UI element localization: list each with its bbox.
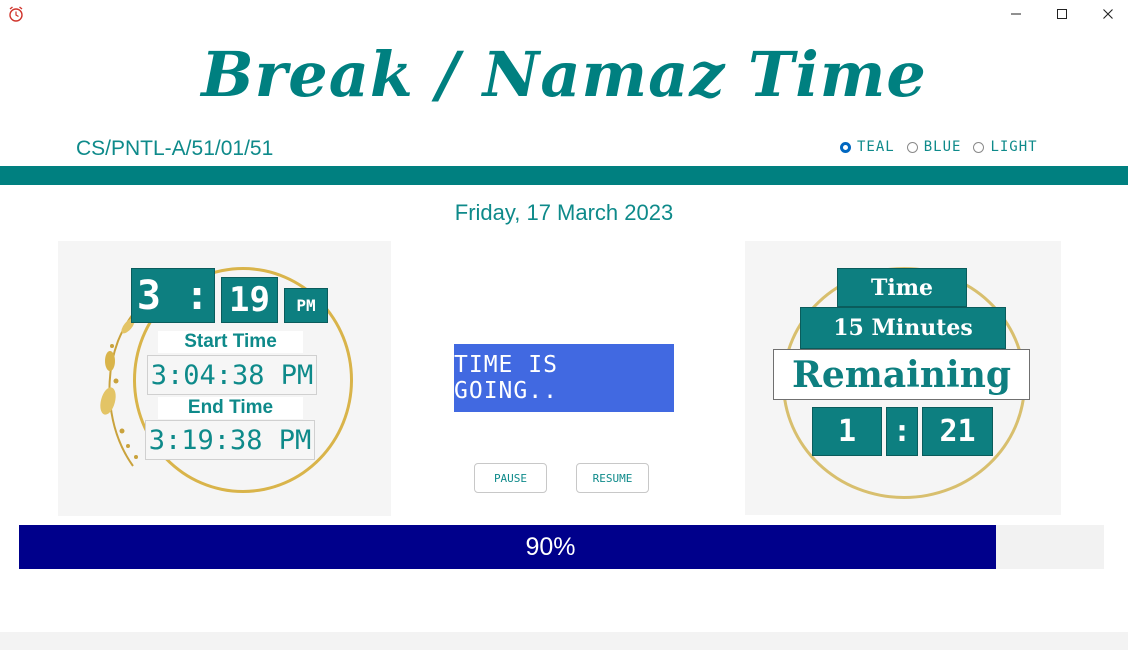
radio-button-teal[interactable]	[840, 141, 851, 153]
header-divider	[0, 166, 1128, 185]
theme-selector: TEAL BLUE LIGHT	[840, 139, 1050, 155]
app-window: Break / Namaz Time CS/PNTL-A/51/01/51 TE…	[0, 0, 1128, 650]
title-bar	[0, 0, 1128, 28]
countdown-minutes: 1	[812, 407, 882, 456]
close-button[interactable]	[1085, 0, 1128, 28]
clock-minute-display: 19	[221, 277, 278, 323]
remaining-label: Remaining	[773, 349, 1030, 400]
page-title: Break / Namaz Time	[201, 38, 927, 111]
time-label: Time	[837, 268, 967, 307]
maximize-button[interactable]	[1039, 0, 1085, 28]
radio-button-light[interactable]	[973, 141, 985, 153]
theme-label-blue: BLUE	[923, 139, 962, 155]
minimize-icon	[1011, 13, 1021, 15]
resume-button[interactable]: RESUME	[576, 463, 649, 493]
minimize-button[interactable]	[993, 0, 1039, 28]
theme-option-light[interactable]: LIGHT	[973, 139, 1037, 155]
end-time-field: 3:19:38 PM	[145, 420, 315, 460]
countdown-separator: :	[886, 407, 918, 456]
progress-bar: 90%	[19, 525, 1104, 569]
theme-option-blue[interactable]: BLUE	[906, 139, 962, 155]
clock-separator: :	[185, 272, 210, 319]
countdown-seconds: 21	[922, 407, 993, 456]
start-time-label: Start Time	[158, 331, 303, 353]
duration-label: 15 Minutes	[800, 307, 1006, 349]
progress-label: 90%	[525, 532, 576, 561]
footer-strip	[0, 632, 1128, 650]
theme-label-light: LIGHT	[990, 139, 1038, 155]
pause-button[interactable]: PAUSE	[474, 463, 547, 493]
status-display: TIME IS GOING..	[454, 344, 674, 412]
date-label: Friday, 17 March 2023	[454, 200, 674, 225]
close-icon	[1103, 9, 1113, 19]
countdown-panel: Time 15 Minutes Remaining 1 : 21	[745, 241, 1061, 515]
clock-hour-display: 3 :	[131, 268, 215, 323]
start-time-field: 3:04:38 PM	[147, 355, 317, 395]
theme-option-teal[interactable]: TEAL	[840, 139, 895, 155]
maximize-icon	[1057, 9, 1067, 19]
clock-panel: 3 : 19 PM Start Time 3:04:38 PM End Time…	[58, 241, 391, 516]
document-code: CS/PNTL-A/51/01/51	[76, 137, 274, 160]
radio-button-blue[interactable]	[906, 141, 918, 153]
end-time-label: End Time	[158, 397, 303, 419]
clock-hour: 3	[136, 272, 161, 319]
theme-label-teal: TEAL	[857, 139, 895, 155]
clock-ampm-display: PM	[284, 288, 328, 323]
alarm-clock-icon	[7, 5, 25, 23]
